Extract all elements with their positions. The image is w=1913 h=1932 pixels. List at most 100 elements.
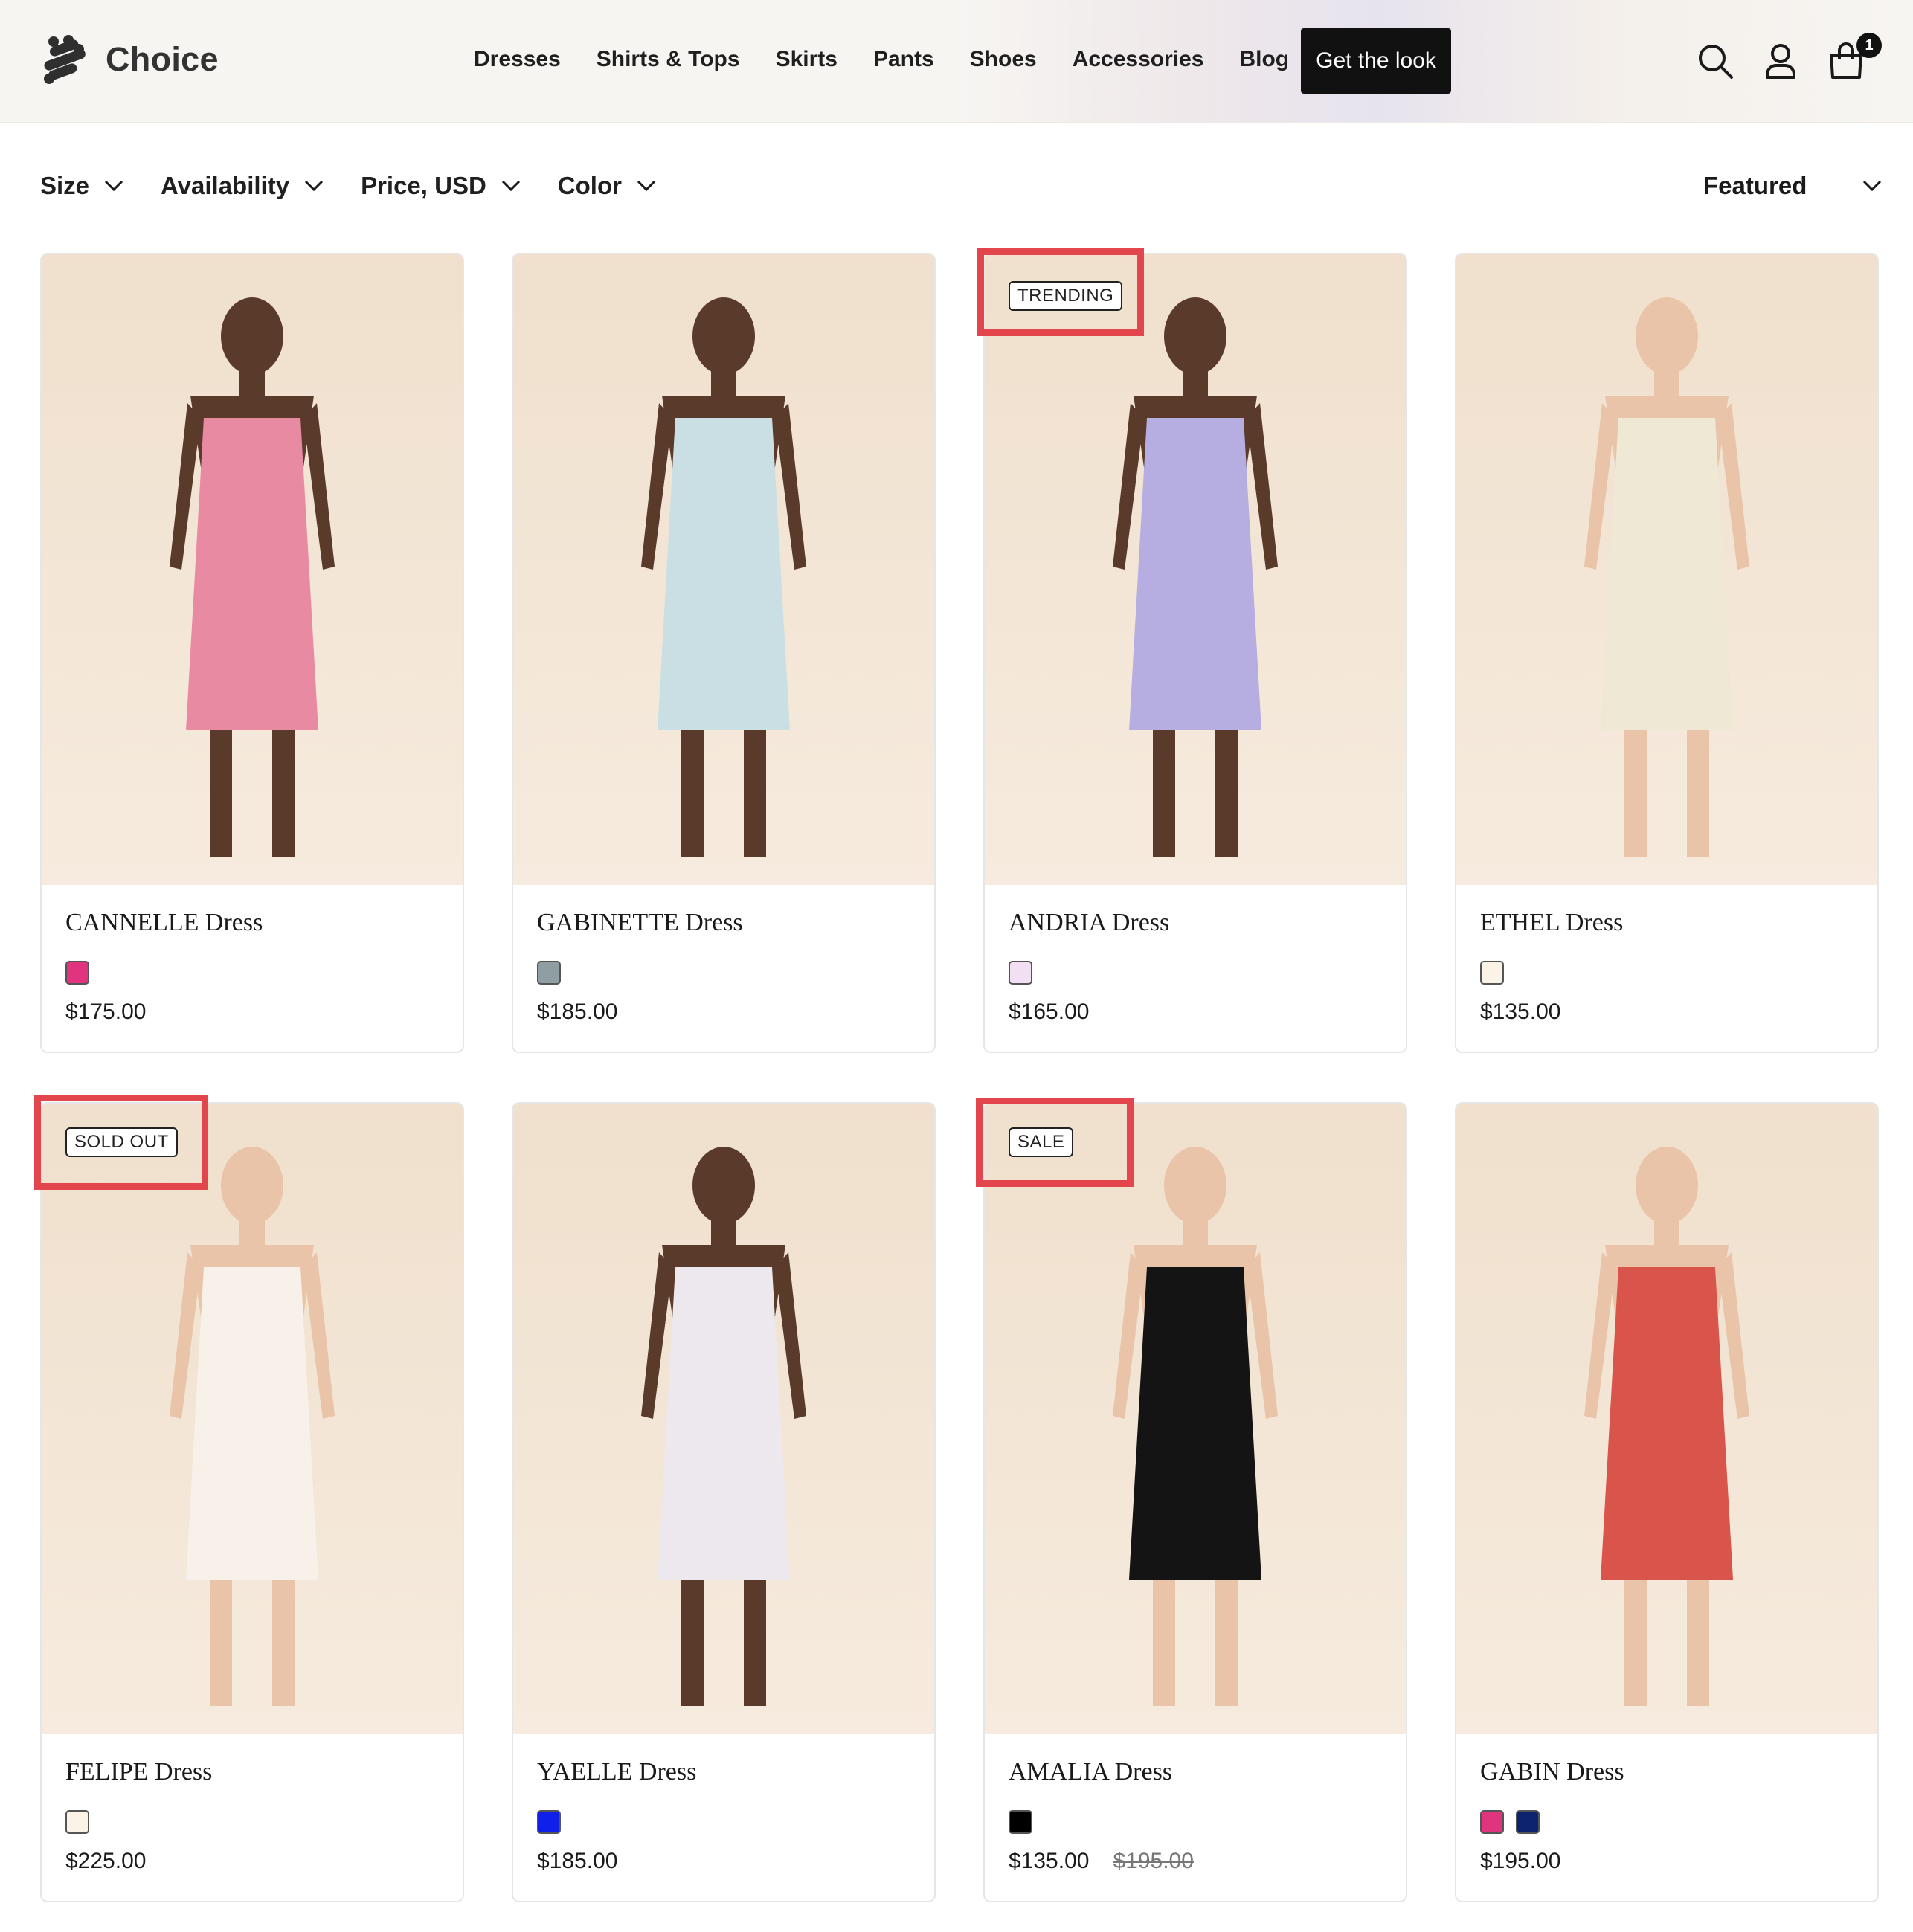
filter-availability[interactable]: Availability [161, 167, 324, 205]
color-swatches [1009, 1810, 1032, 1834]
color-swatch[interactable] [65, 961, 89, 985]
product-price-row: $165.00 [1009, 999, 1089, 1025]
filter-label: Color [557, 172, 622, 199]
model-figure [985, 254, 1406, 885]
product-price: $175.00 [65, 999, 147, 1024]
color-swatch[interactable] [1009, 1810, 1032, 1834]
model-figure [1456, 1104, 1877, 1734]
product-price: $195.00 [1480, 1849, 1561, 1873]
chevron-down-icon [501, 180, 520, 192]
product-name[interactable]: ANDRIA Dress [1009, 909, 1169, 937]
color-swatches [65, 1810, 89, 1834]
product-price-row: $195.00 [1480, 1849, 1560, 1874]
product-image[interactable] [1456, 254, 1877, 885]
badge-highlight-box [977, 248, 1144, 336]
product-price: $185.00 [537, 999, 618, 1024]
product-card[interactable]: GABINETTE Dress $185.00 [512, 253, 936, 1053]
product-card[interactable]: TRENDING ANDRIA Dress $165.00 [983, 253, 1407, 1053]
color-swatches [1480, 961, 1504, 985]
nav-item-shirts-tops[interactable]: Shirts & Tops [597, 42, 740, 77]
color-swatches [65, 961, 89, 985]
product-image[interactable] [42, 254, 463, 885]
nav-item-shoes[interactable]: Shoes [970, 42, 1037, 77]
filter-color[interactable]: Color [558, 167, 656, 205]
sort-select[interactable]: Featured [1703, 167, 1882, 205]
model-figure [513, 254, 934, 885]
model-figure [42, 254, 463, 885]
product-card[interactable]: SOLD OUT FELIPE Dress $225.00 [40, 1102, 464, 1902]
color-swatch[interactable] [65, 1810, 89, 1834]
brand-name: Choice [106, 40, 219, 78]
color-swatches [537, 961, 561, 985]
chevron-down-icon [1862, 180, 1882, 192]
product-name[interactable]: ETHEL Dress [1480, 909, 1623, 937]
color-swatch[interactable] [1480, 961, 1504, 985]
color-swatches [1480, 1810, 1540, 1834]
model-figure [42, 1104, 463, 1734]
account-icon[interactable] [1758, 39, 1803, 83]
product-name[interactable]: FELIPE Dress [65, 1758, 212, 1786]
color-swatch[interactable] [1516, 1810, 1540, 1834]
compare-at-price: $195.00 [1113, 1849, 1194, 1873]
sort-label: Featured [1703, 172, 1807, 199]
model-figure [1456, 254, 1877, 885]
product-image[interactable] [985, 254, 1406, 885]
logo-mark-icon [44, 35, 86, 84]
cart-count-badge: 1 [1856, 33, 1882, 58]
nav-item-accessories[interactable]: Accessories [1073, 42, 1204, 77]
color-swatch[interactable] [1480, 1810, 1504, 1834]
product-name[interactable]: GABINETTE Dress [537, 909, 743, 937]
chevron-down-icon [305, 180, 324, 192]
color-swatch[interactable] [537, 1810, 561, 1834]
nav-item-dresses[interactable]: Dresses [474, 42, 561, 77]
product-price-row: $135.00 [1480, 999, 1560, 1025]
product-price-row: $135.00 $195.00 [1009, 1849, 1194, 1874]
product-image[interactable] [985, 1104, 1406, 1734]
product-price: $135.00 [1009, 1849, 1090, 1873]
badge-highlight-box [34, 1095, 208, 1190]
product-image[interactable] [513, 254, 934, 885]
chevron-down-icon [104, 180, 123, 192]
search-icon[interactable] [1693, 39, 1737, 83]
chevron-down-icon [637, 180, 656, 192]
product-price: $185.00 [537, 1849, 618, 1873]
product-price-row: $185.00 [537, 999, 617, 1025]
product-price: $225.00 [65, 1849, 147, 1873]
product-price-row: $225.00 [65, 1849, 146, 1874]
product-name[interactable]: GABIN Dress [1480, 1758, 1624, 1786]
nav-item-skirts[interactable]: Skirts [776, 42, 837, 77]
badge-highlight-box [976, 1098, 1134, 1187]
filter-label: Price, USD [361, 172, 486, 199]
color-swatches [537, 1810, 561, 1834]
product-card[interactable]: GABIN Dress $195.00 [1455, 1102, 1879, 1902]
product-name[interactable]: YAELLE Dress [537, 1758, 696, 1786]
site-header: Choice Dresses Shirts & Tops Skirts Pant… [0, 0, 1913, 123]
product-card[interactable]: ETHEL Dress $135.00 [1455, 253, 1879, 1053]
product-card[interactable]: CANNELLE Dress $175.00 [40, 253, 464, 1053]
product-image[interactable] [1456, 1104, 1877, 1734]
get-the-look-button[interactable]: Get the look [1301, 28, 1451, 94]
color-swatch[interactable] [537, 961, 561, 985]
product-name[interactable]: AMALIA Dress [1009, 1758, 1172, 1786]
color-swatch[interactable] [1009, 961, 1032, 985]
product-price: $135.00 [1480, 999, 1561, 1024]
filter-bar: Size Availability Price, USD Color [40, 167, 656, 205]
product-card[interactable]: YAELLE Dress $185.00 [512, 1102, 936, 1902]
product-image[interactable] [513, 1104, 934, 1734]
nav-item-pants[interactable]: Pants [873, 42, 934, 77]
model-figure [513, 1104, 934, 1734]
filter-size[interactable]: Size [40, 167, 123, 205]
filter-label: Size [40, 172, 90, 199]
product-card[interactable]: SALE AMALIA Dress $135.00 $195.00 [983, 1102, 1407, 1902]
product-name[interactable]: CANNELLE Dress [65, 909, 263, 937]
filter-price[interactable]: Price, USD [361, 167, 521, 205]
product-price: $165.00 [1009, 999, 1090, 1024]
model-figure [985, 1104, 1406, 1734]
product-price-row: $185.00 [537, 1849, 617, 1874]
color-swatches [1009, 961, 1032, 985]
product-image[interactable] [42, 1104, 463, 1734]
brand-logo[interactable]: Choice [39, 33, 219, 86]
filter-label: Availability [161, 172, 290, 199]
nav-item-blog[interactable]: Blog [1239, 42, 1289, 77]
product-price-row: $175.00 [65, 999, 146, 1025]
